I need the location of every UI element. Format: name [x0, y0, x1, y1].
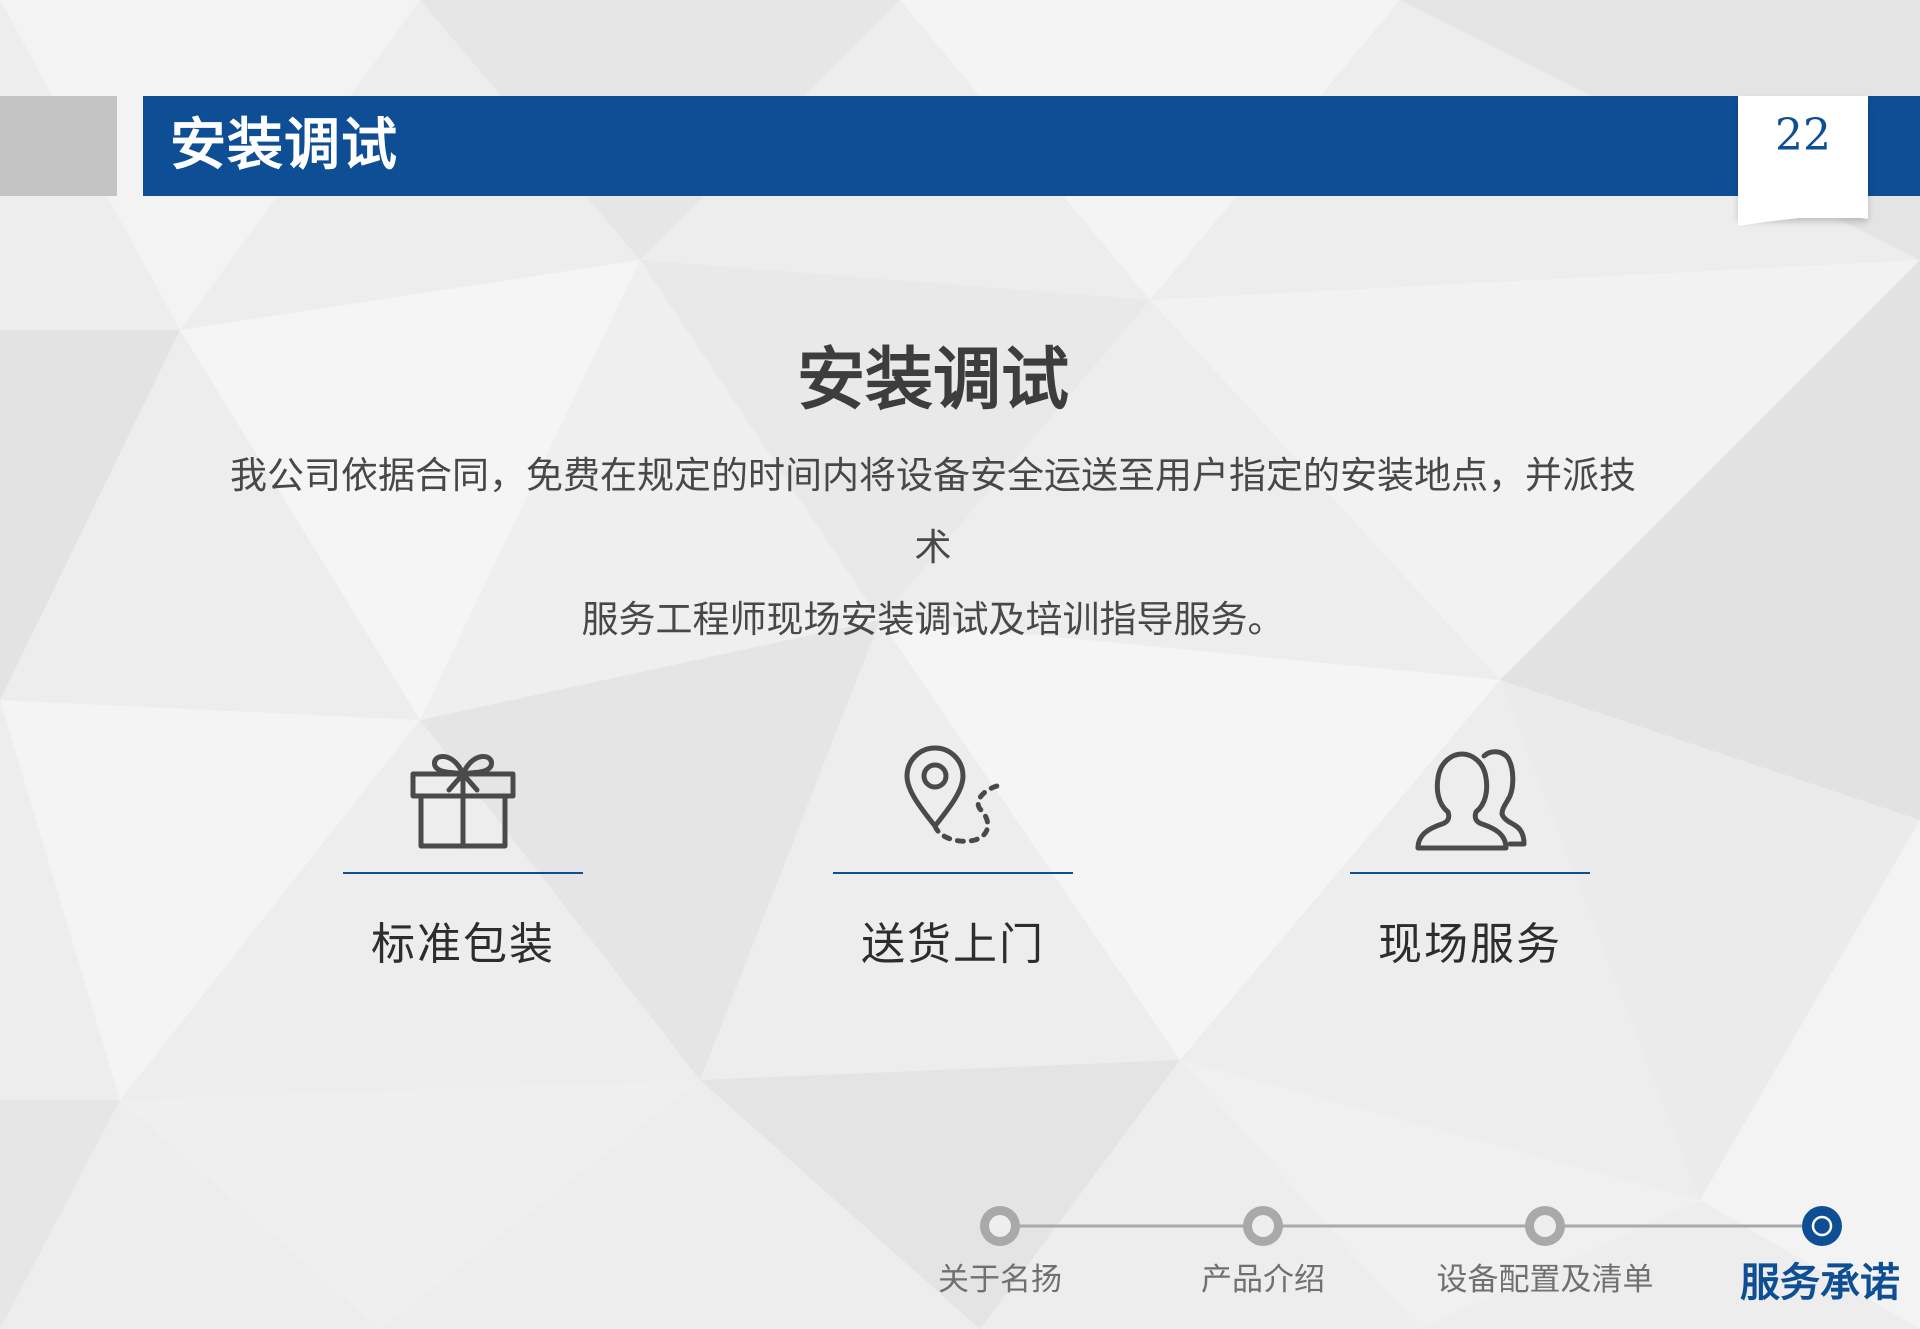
feature-standard-packaging: 标准包装	[343, 740, 583, 972]
gift-icon	[410, 754, 516, 849]
page-number-tab: 22	[1738, 96, 1868, 218]
description-line-1: 我公司依据合同，免费在规定的时间内将设备安全运送至用户指定的安装地点，并派技术	[230, 454, 1636, 569]
feature-divider	[833, 872, 1073, 874]
feature-onsite-service: 现场服务	[1350, 740, 1590, 972]
section-description: 我公司依据合同，免费在规定的时间内将设备安全运送至用户指定的安装地点，并派技术 …	[220, 440, 1646, 656]
feature-label: 现场服务	[1378, 919, 1562, 970]
feature-label: 送货上门	[861, 919, 1045, 970]
location-route-icon	[904, 745, 1000, 844]
feature-delivery: 送货上门	[833, 740, 1073, 972]
progress-step-1-dot[interactable]	[980, 1206, 1020, 1246]
progress-step-2-dot[interactable]	[1243, 1206, 1283, 1246]
section-title: 安装调试	[796, 341, 1069, 420]
header-accent-block	[0, 96, 117, 196]
feature-divider	[1350, 872, 1590, 874]
progress-step-4-dot-active[interactable]	[1802, 1206, 1842, 1246]
progress-step-3-label[interactable]: 设备配置及清单	[1435, 1254, 1655, 1299]
page-number: 22	[1775, 110, 1831, 161]
header-title: 安装调试	[170, 113, 398, 178]
feature-divider	[343, 872, 583, 874]
users-icon	[1415, 749, 1527, 851]
header-bar	[143, 96, 1920, 196]
progress-step-3-dot[interactable]	[1525, 1206, 1565, 1246]
description-line-2: 服务工程师现场安装调试及培训指导服务。	[581, 598, 1285, 641]
polygon-background	[0, 0, 1920, 1329]
progress-step-2-label[interactable]: 产品介绍	[1201, 1254, 1325, 1299]
feature-label: 标准包装	[371, 919, 555, 970]
progress-step-4-label[interactable]: 服务承诺	[1720, 1250, 1920, 1308]
progress-step-1-label[interactable]: 关于名扬	[938, 1254, 1062, 1299]
